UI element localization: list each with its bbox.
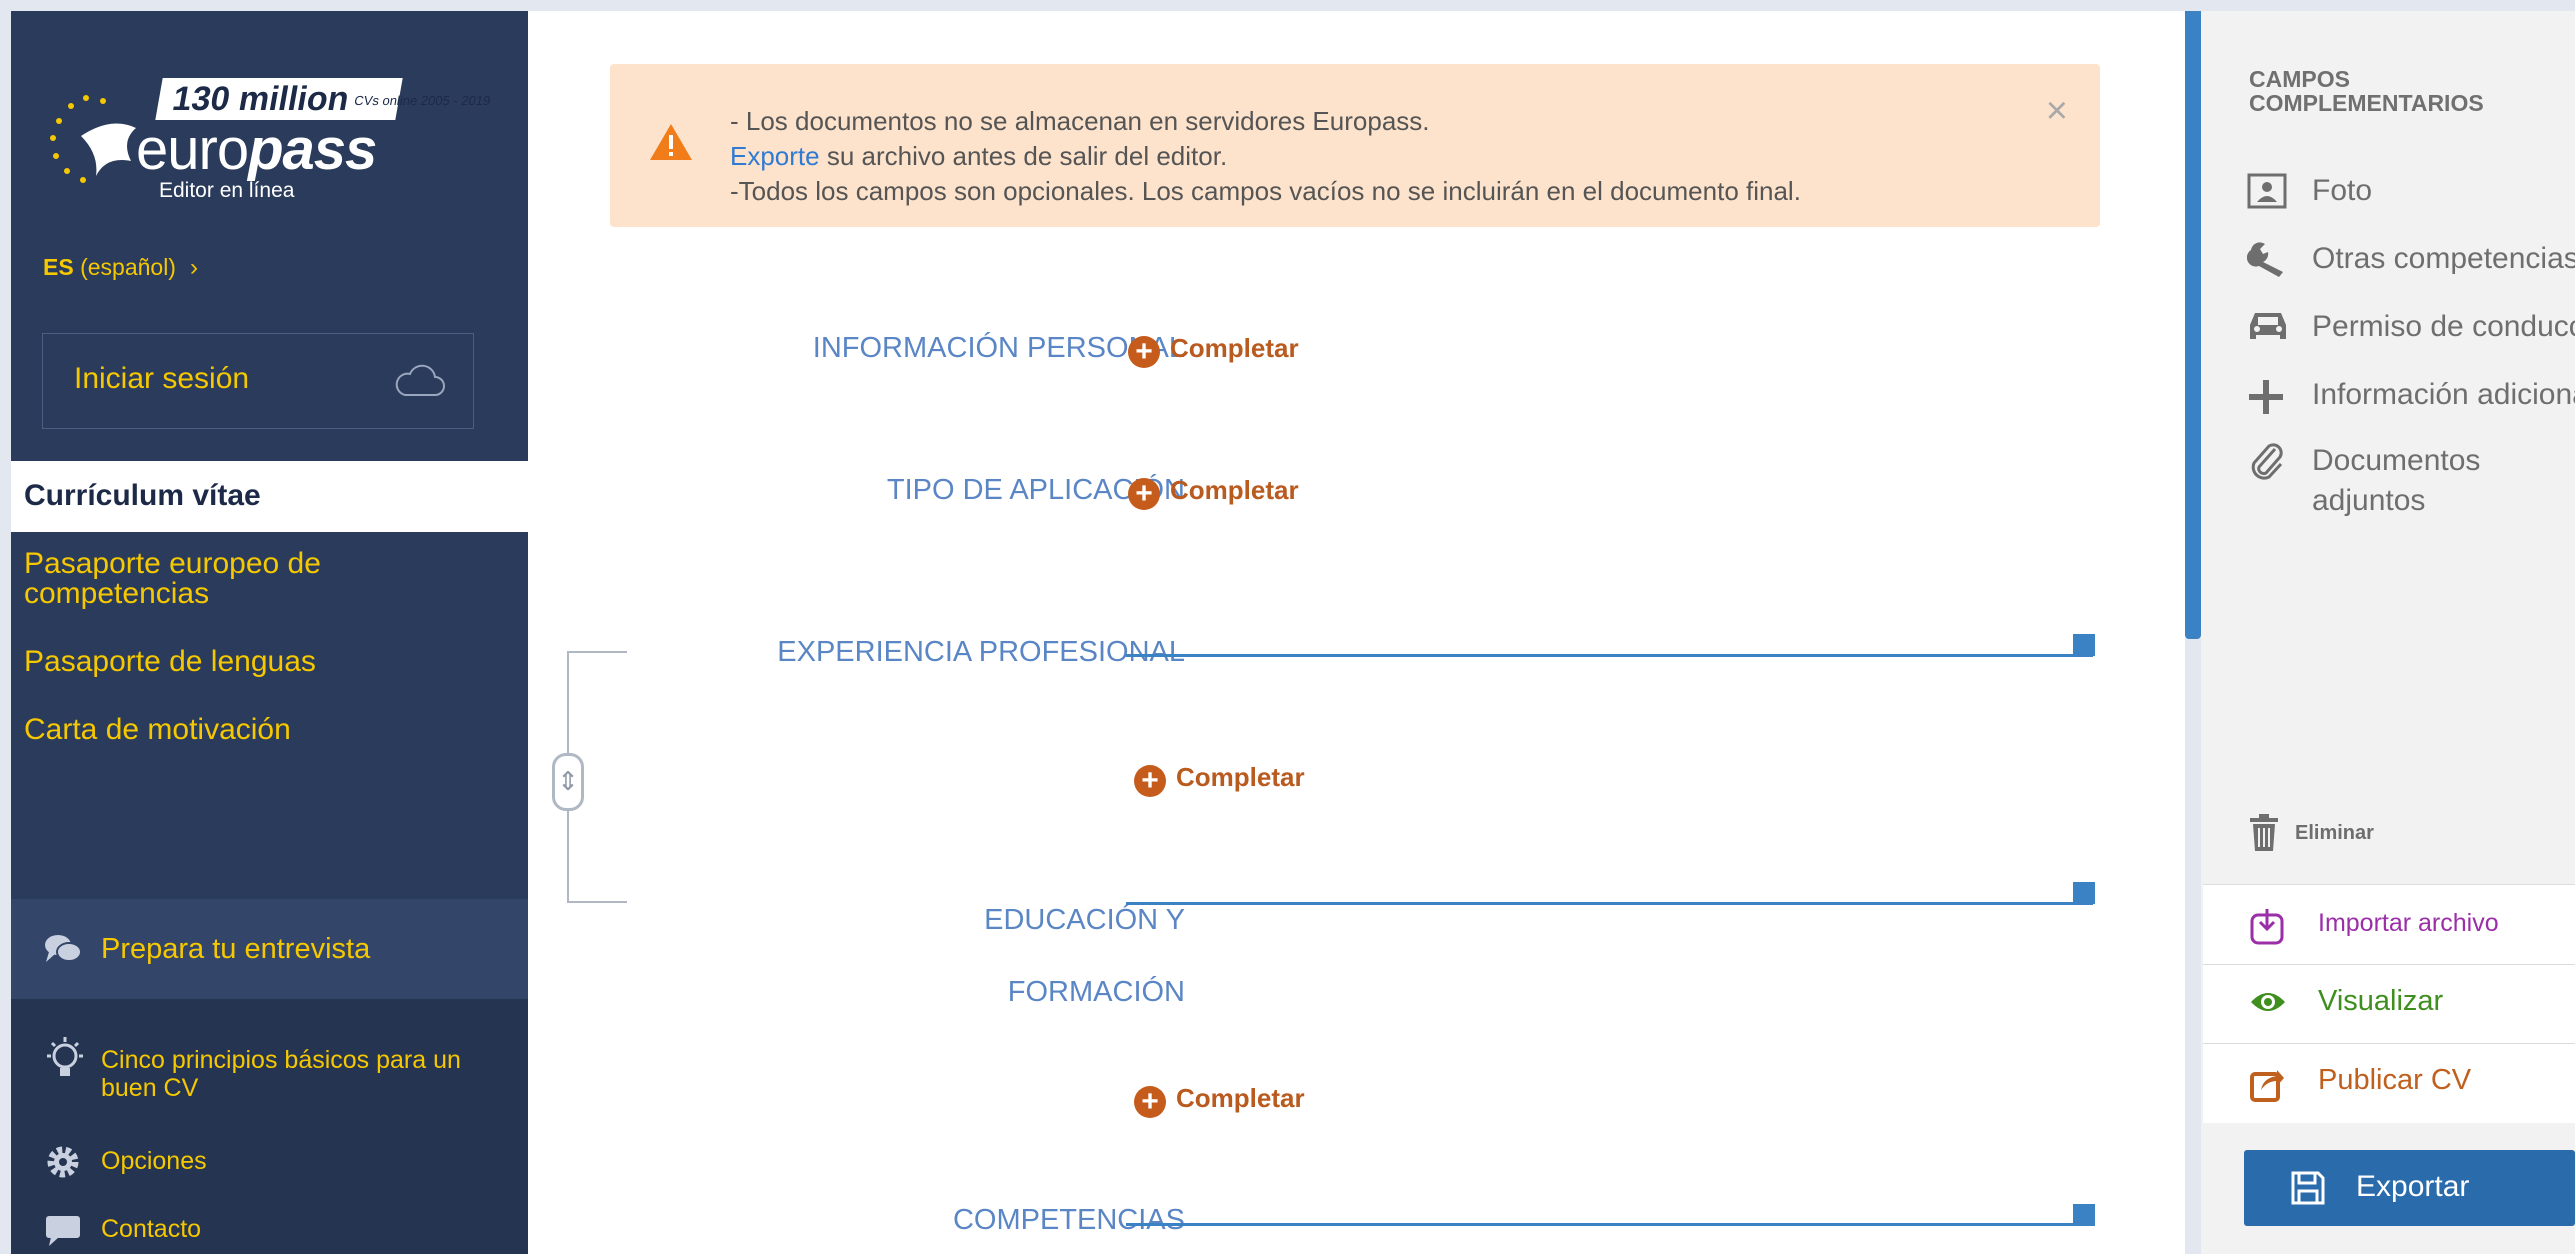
language-selector[interactable]: ES (español) › <box>43 254 198 282</box>
reorder-handle-icon[interactable]: ⇕ <box>552 753 584 811</box>
complete-work-experience-button[interactable]: + Completar <box>1134 762 1305 797</box>
eye-icon <box>2251 993 2285 1011</box>
section-work-experience[interactable]: EXPERIENCIA PROFESIONAL <box>777 636 1185 669</box>
europass-logo[interactable]: 130 millionCVs online 2005 - 2019 europa… <box>41 66 492 216</box>
wrench-icon <box>2247 242 2283 277</box>
plus-circle-icon: + <box>1134 765 1166 797</box>
delete-button[interactable]: Eliminar <box>2295 822 2374 845</box>
save-icon <box>2291 1171 2325 1205</box>
field-attachments[interactable]: Documentos adjuntos <box>2312 441 2480 521</box>
complete-education-button[interactable]: + Completar <box>1134 1083 1305 1118</box>
publish-cv-button[interactable]: Publicar CV <box>2203 1043 2575 1123</box>
plus-icon <box>2249 380 2283 414</box>
logo-subtitle: Editor en línea <box>159 179 295 202</box>
section-handle[interactable] <box>2073 882 2095 904</box>
warning-icon <box>650 124 692 160</box>
document-nav: Pasaporte europeo de competencias Pasapo… <box>24 549 514 783</box>
chevron-right-icon: › <box>189 254 198 281</box>
section-divider <box>1126 1223 2093 1226</box>
bottom-nav: Cinco principios básicos para un buen CV… <box>11 999 528 1254</box>
contact-link[interactable]: Contacto <box>101 1215 201 1244</box>
complete-application-type-button[interactable]: + Completar <box>1128 475 1299 510</box>
import-icon <box>2250 909 2284 945</box>
import-file-button[interactable]: Importar archivo <box>2203 884 2575 964</box>
plus-circle-icon: + <box>1128 336 1160 368</box>
cloud-icon <box>395 364 445 396</box>
close-icon[interactable]: × <box>2046 92 2068 130</box>
section-handle[interactable] <box>2073 1204 2095 1226</box>
nav-item-curriculum-vitae[interactable]: Currículum vítae <box>11 461 528 532</box>
field-additional-info[interactable]: Información adicional <box>2312 375 2575 415</box>
photo-icon <box>2247 173 2287 209</box>
section-skills[interactable]: COMPETENCIAS <box>953 1204 1185 1237</box>
section-handle[interactable] <box>2073 634 2095 656</box>
plus-circle-icon: + <box>1128 478 1160 510</box>
nav-item-language-passport[interactable]: Pasaporte de lenguas <box>24 647 514 677</box>
trash-icon <box>2250 814 2278 851</box>
export-link[interactable]: Exporte <box>730 141 820 171</box>
section-divider <box>1126 902 2093 905</box>
paperclip-icon <box>2251 443 2283 480</box>
section-divider <box>1126 654 2093 657</box>
info-alert: - Los documentos no se almacenan en serv… <box>610 64 2100 227</box>
editor-main: - Los documentos no se almacenan en serv… <box>528 11 2185 1254</box>
plus-circle-icon: + <box>1134 1086 1166 1118</box>
nav-item-cover-letter[interactable]: Carta de motivación <box>24 715 514 745</box>
lightbulb-icon <box>47 1037 83 1076</box>
panel-heading: CAMPOS COMPLEMENTARIOS <box>2249 66 2484 116</box>
logo-badge: 130 millionCVs online 2005 - 2019 <box>155 78 492 120</box>
complete-personal-info-button[interactable]: + Completar <box>1128 333 1299 368</box>
interview-link[interactable]: Prepara tu entrevista <box>11 899 528 999</box>
interview-label: Prepara tu entrevista <box>101 933 371 965</box>
field-other-skills[interactable]: Otras competencias <box>2312 239 2575 279</box>
scrollbar[interactable] <box>2185 11 2201 639</box>
complementary-fields-panel: CAMPOS COMPLEMENTARIOS Foto Otras compet… <box>2201 11 2575 1254</box>
options-link[interactable]: Opciones <box>101 1147 207 1176</box>
logo-wordmark: europass <box>136 117 377 182</box>
speech-bubble-icon <box>46 1216 80 1246</box>
export-button[interactable]: Exportar <box>2244 1150 2575 1226</box>
chat-bubbles-icon <box>45 935 82 962</box>
section-education[interactable]: EDUCACIÓN Y FORMACIÓN <box>984 884 1185 1028</box>
car-icon <box>2250 313 2286 339</box>
login-label: Iniciar sesión <box>74 362 250 395</box>
login-button[interactable]: Iniciar sesión <box>42 333 474 429</box>
alert-line-3: -Todos los campos son opcionales. Los ca… <box>730 176 1801 206</box>
alert-line-1: - Los documentos no se almacenan en serv… <box>730 106 1430 136</box>
sidebar: 130 millionCVs online 2005 - 2019 europa… <box>11 11 528 1254</box>
gear-icon <box>47 1146 79 1178</box>
field-driving-licence[interactable]: Permiso de conducción <box>2312 307 2575 347</box>
share-icon <box>2250 1070 2284 1102</box>
cv-tips-link[interactable]: Cinco principios básicos para un buen CV <box>101 1046 501 1102</box>
nav-item-skills-passport[interactable]: Pasaporte europeo de competencias <box>24 549 354 609</box>
field-photo[interactable]: Foto <box>2312 171 2372 211</box>
alert-line-2: Exporte su archivo antes de salir del ed… <box>730 141 1228 171</box>
preview-button[interactable]: Visualizar <box>2203 964 2575 1044</box>
